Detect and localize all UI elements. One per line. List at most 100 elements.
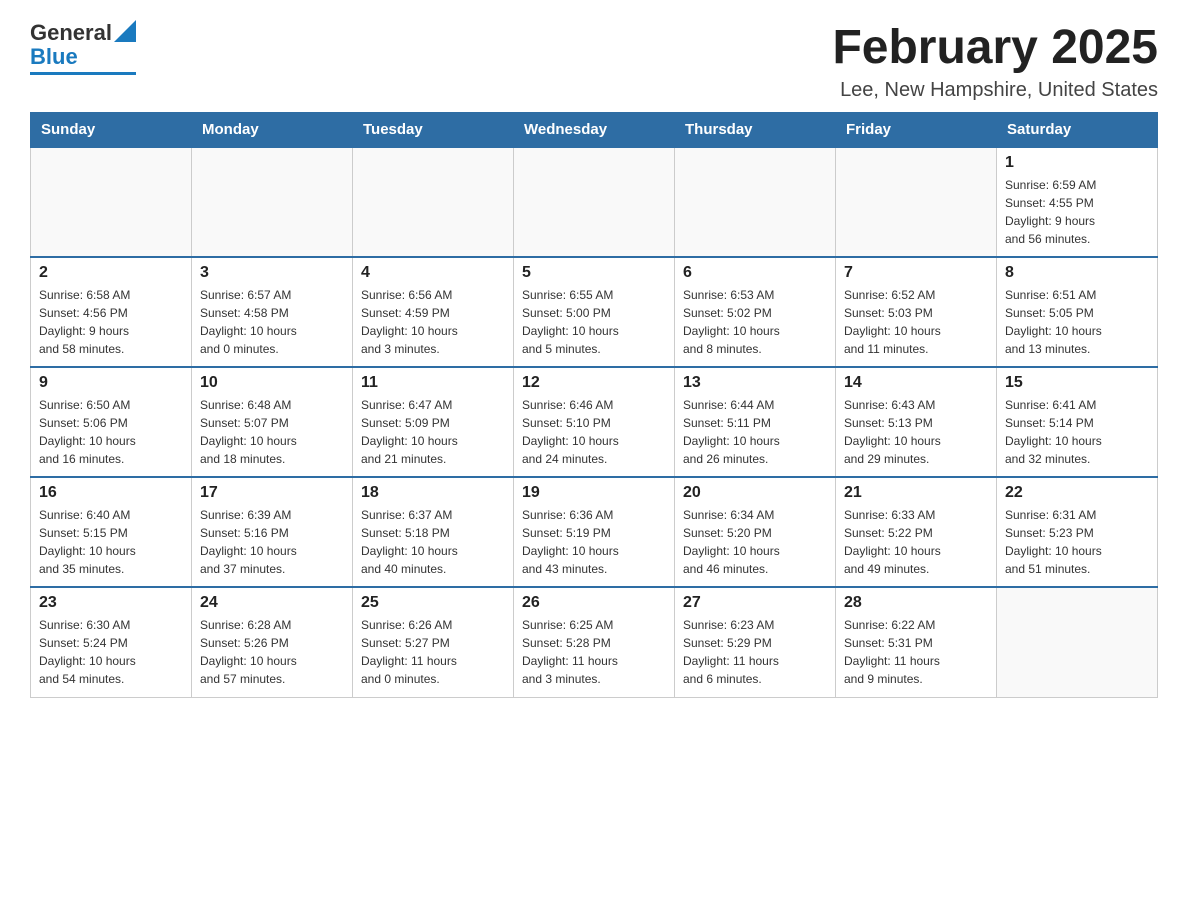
calendar-cell	[836, 147, 997, 257]
logo-general-text: General	[30, 20, 112, 46]
calendar-cell: 6 Sunrise: 6:53 AM Sunset: 5:02 PM Daylig…	[675, 257, 836, 367]
calendar-cell: 7 Sunrise: 6:52 AM Sunset: 5:03 PM Daylig…	[836, 257, 997, 367]
calendar-header-row: SundayMondayTuesdayWednesdayThursdayFrid…	[31, 113, 1158, 148]
calendar-cell	[31, 147, 192, 257]
calendar-cell: 1Sunrise: 6:59 AM Sunset: 4:55 PM Daylig…	[997, 147, 1158, 257]
day-info: Sunrise: 6:58 AM Sunset: 4:56 PM Dayligh…	[39, 286, 183, 358]
day-info: Sunrise: 6:33 AM Sunset: 5:22 PM Dayligh…	[844, 506, 988, 578]
day-number: 28	[844, 594, 988, 612]
calendar-cell: 3 Sunrise: 6:57 AM Sunset: 4:58 PM Daylig…	[192, 257, 353, 367]
day-number: 27	[683, 594, 827, 612]
day-info: Sunrise: 6:56 AM Sunset: 4:59 PM Dayligh…	[361, 286, 505, 358]
day-number: 26	[522, 594, 666, 612]
day-number: 22	[1005, 484, 1149, 502]
calendar-cell: 23Sunrise: 6:30 AM Sunset: 5:24 PM Dayli…	[31, 587, 192, 697]
day-number: 21	[844, 484, 988, 502]
day-info: Sunrise: 6:46 AM Sunset: 5:10 PM Dayligh…	[522, 396, 666, 468]
day-number: 12	[522, 374, 666, 392]
day-info: Sunrise: 6:36 AM Sunset: 5:19 PM Dayligh…	[522, 506, 666, 578]
day-of-week-header: Thursday	[675, 113, 836, 148]
title-block: February 2025 Lee, New Hampshire, United…	[832, 20, 1158, 102]
calendar-cell: 25 Sunrise: 6:26 AM Sunset: 5:27 PM Dayli…	[353, 587, 514, 697]
day-info: Sunrise: 6:43 AM Sunset: 5:13 PM Dayligh…	[844, 396, 988, 468]
calendar-cell: 20 Sunrise: 6:34 AM Sunset: 5:20 PM Dayli…	[675, 477, 836, 587]
calendar-week-row: 16 Sunrise: 6:40 AM Sunset: 5:15 PM Dayli…	[31, 477, 1158, 587]
day-number: 5	[522, 264, 666, 282]
calendar-cell: 24 Sunrise: 6:28 AM Sunset: 5:26 PM Dayli…	[192, 587, 353, 697]
day-number: 14	[844, 374, 988, 392]
calendar-cell: 18 Sunrise: 6:37 AM Sunset: 5:18 PM Dayli…	[353, 477, 514, 587]
day-info: Sunrise: 6:50 AM Sunset: 5:06 PM Dayligh…	[39, 396, 183, 468]
calendar-week-row: 2 Sunrise: 6:58 AM Sunset: 4:56 PM Daylig…	[31, 257, 1158, 367]
logo: General Blue	[30, 20, 136, 75]
day-info: Sunrise: 6:40 AM Sunset: 5:15 PM Dayligh…	[39, 506, 183, 578]
day-of-week-header: Saturday	[997, 113, 1158, 148]
day-info: Sunrise: 6:48 AM Sunset: 5:07 PM Dayligh…	[200, 396, 344, 468]
calendar-table: SundayMondayTuesdayWednesdayThursdayFrid…	[30, 112, 1158, 698]
calendar-title: February 2025	[832, 20, 1158, 75]
day-number: 17	[200, 484, 344, 502]
calendar-cell	[997, 587, 1158, 697]
day-number: 10	[200, 374, 344, 392]
day-number: 18	[361, 484, 505, 502]
calendar-cell: 26 Sunrise: 6:25 AM Sunset: 5:28 PM Dayli…	[514, 587, 675, 697]
calendar-cell: 27Sunrise: 6:23 AM Sunset: 5:29 PM Dayli…	[675, 587, 836, 697]
calendar-cell: 13 Sunrise: 6:44 AM Sunset: 5:11 PM Dayli…	[675, 367, 836, 477]
day-number: 7	[844, 264, 988, 282]
day-info: Sunrise: 6:47 AM Sunset: 5:09 PM Dayligh…	[361, 396, 505, 468]
day-number: 8	[1005, 264, 1149, 282]
day-info: Sunrise: 6:55 AM Sunset: 5:00 PM Dayligh…	[522, 286, 666, 358]
day-number: 1	[1005, 154, 1149, 172]
day-of-week-header: Sunday	[31, 113, 192, 148]
calendar-cell: 5 Sunrise: 6:55 AM Sunset: 5:00 PM Daylig…	[514, 257, 675, 367]
calendar-subtitle: Lee, New Hampshire, United States	[832, 79, 1158, 102]
day-info: Sunrise: 6:30 AM Sunset: 5:24 PM Dayligh…	[39, 616, 183, 688]
day-number: 11	[361, 374, 505, 392]
day-number: 15	[1005, 374, 1149, 392]
day-info: Sunrise: 6:51 AM Sunset: 5:05 PM Dayligh…	[1005, 286, 1149, 358]
day-info: Sunrise: 6:22 AM Sunset: 5:31 PM Dayligh…	[844, 616, 988, 688]
day-of-week-header: Friday	[836, 113, 997, 148]
day-number: 2	[39, 264, 183, 282]
calendar-cell: 15 Sunrise: 6:41 AM Sunset: 5:14 PM Dayli…	[997, 367, 1158, 477]
calendar-week-row: 1Sunrise: 6:59 AM Sunset: 4:55 PM Daylig…	[31, 147, 1158, 257]
calendar-cell: 19 Sunrise: 6:36 AM Sunset: 5:19 PM Dayli…	[514, 477, 675, 587]
day-number: 19	[522, 484, 666, 502]
day-info: Sunrise: 6:41 AM Sunset: 5:14 PM Dayligh…	[1005, 396, 1149, 468]
day-info: Sunrise: 6:44 AM Sunset: 5:11 PM Dayligh…	[683, 396, 827, 468]
calendar-cell: 22 Sunrise: 6:31 AM Sunset: 5:23 PM Dayli…	[997, 477, 1158, 587]
day-info: Sunrise: 6:31 AM Sunset: 5:23 PM Dayligh…	[1005, 506, 1149, 578]
day-info: Sunrise: 6:52 AM Sunset: 5:03 PM Dayligh…	[844, 286, 988, 358]
logo-triangle-icon	[114, 20, 136, 42]
day-number: 24	[200, 594, 344, 612]
day-number: 16	[39, 484, 183, 502]
day-of-week-header: Tuesday	[353, 113, 514, 148]
calendar-cell: 28 Sunrise: 6:22 AM Sunset: 5:31 PM Dayli…	[836, 587, 997, 697]
calendar-cell: 12 Sunrise: 6:46 AM Sunset: 5:10 PM Dayli…	[514, 367, 675, 477]
calendar-cell: 21 Sunrise: 6:33 AM Sunset: 5:22 PM Dayli…	[836, 477, 997, 587]
day-number: 6	[683, 264, 827, 282]
calendar-week-row: 9Sunrise: 6:50 AM Sunset: 5:06 PM Daylig…	[31, 367, 1158, 477]
calendar-cell	[675, 147, 836, 257]
calendar-week-row: 23Sunrise: 6:30 AM Sunset: 5:24 PM Dayli…	[31, 587, 1158, 697]
day-info: Sunrise: 6:39 AM Sunset: 5:16 PM Dayligh…	[200, 506, 344, 578]
day-number: 3	[200, 264, 344, 282]
day-number: 13	[683, 374, 827, 392]
logo-blue-text: Blue	[30, 44, 78, 70]
day-number: 20	[683, 484, 827, 502]
calendar-cell: 10 Sunrise: 6:48 AM Sunset: 5:07 PM Dayli…	[192, 367, 353, 477]
day-info: Sunrise: 6:34 AM Sunset: 5:20 PM Dayligh…	[683, 506, 827, 578]
day-info: Sunrise: 6:26 AM Sunset: 5:27 PM Dayligh…	[361, 616, 505, 688]
day-info: Sunrise: 6:28 AM Sunset: 5:26 PM Dayligh…	[200, 616, 344, 688]
day-info: Sunrise: 6:57 AM Sunset: 4:58 PM Dayligh…	[200, 286, 344, 358]
day-info: Sunrise: 6:37 AM Sunset: 5:18 PM Dayligh…	[361, 506, 505, 578]
calendar-cell	[514, 147, 675, 257]
calendar-cell: 8 Sunrise: 6:51 AM Sunset: 5:05 PM Daylig…	[997, 257, 1158, 367]
day-info: Sunrise: 6:25 AM Sunset: 5:28 PM Dayligh…	[522, 616, 666, 688]
calendar-cell	[192, 147, 353, 257]
day-of-week-header: Monday	[192, 113, 353, 148]
day-info: Sunrise: 6:53 AM Sunset: 5:02 PM Dayligh…	[683, 286, 827, 358]
day-of-week-header: Wednesday	[514, 113, 675, 148]
day-number: 25	[361, 594, 505, 612]
day-number: 4	[361, 264, 505, 282]
